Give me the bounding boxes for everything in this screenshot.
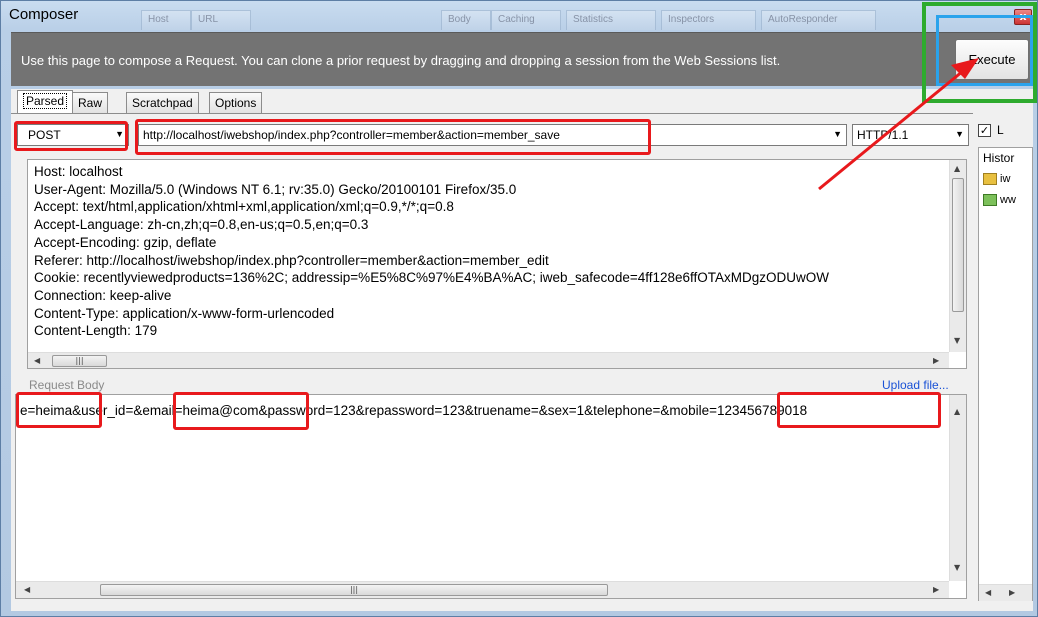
header-line: Connection: keep-alive bbox=[34, 287, 172, 303]
scroll-thumb[interactable] bbox=[952, 178, 964, 312]
scroll-right-icon[interactable]: ▶ bbox=[933, 585, 939, 594]
history-panel: ✓ L Histor iw ww ◀ ▶ bbox=[973, 119, 1033, 601]
history-title: Histor bbox=[983, 151, 1015, 165]
bg-tab-body: Body bbox=[441, 10, 491, 30]
method-value: POST bbox=[28, 128, 61, 142]
scroll-left-icon[interactable]: ◀ bbox=[985, 588, 991, 597]
url-value: http://localhost/iwebshop/index.php?cont… bbox=[143, 128, 560, 142]
request-body-text: e=heima&user_id=&email=heima@com&passwor… bbox=[20, 403, 808, 418]
header-line: Accept-Language: zh-cn,zh;q=0.8,en-us;q=… bbox=[34, 217, 369, 233]
header-line: Referer: http://localhost/iwebshop/index… bbox=[34, 252, 549, 268]
http-version-select[interactable]: HTTP/1.1 ▼ bbox=[852, 124, 969, 146]
post-request-icon bbox=[983, 194, 997, 207]
chevron-down-icon: ▼ bbox=[955, 129, 964, 139]
bg-tab-host: Host bbox=[141, 10, 191, 30]
bg-tab-statistics: Statistics bbox=[566, 10, 656, 30]
side-checkbox-label: L bbox=[997, 123, 1004, 137]
scroll-down-icon[interactable]: ▼ bbox=[954, 336, 960, 345]
tab-parsed[interactable]: Parsed bbox=[17, 90, 74, 114]
request-body-editor[interactable]: e=heima&user_id=&email=heima@com&passwor… bbox=[15, 394, 967, 599]
scroll-up-icon[interactable]: ▲ bbox=[954, 164, 960, 173]
header-line: Host: localhost bbox=[34, 164, 123, 179]
upload-file-link[interactable]: Upload file... bbox=[882, 378, 949, 392]
checkmark-icon[interactable]: ✓ bbox=[978, 124, 991, 137]
header-line: Content-Type: application/x-www-form-url… bbox=[34, 305, 335, 321]
scroll-right-icon[interactable]: ▶ bbox=[933, 356, 939, 365]
scroll-up-icon[interactable]: ▲ bbox=[954, 407, 960, 416]
tab-options[interactable]: Options bbox=[209, 92, 263, 113]
history-horizontal-scrollbar[interactable]: ◀ ▶ bbox=[979, 584, 1032, 601]
history-item-label: iw bbox=[1000, 173, 1011, 185]
tab-raw[interactable]: Raw bbox=[72, 92, 109, 113]
header-line: Accept: text/html,application/xhtml+xml,… bbox=[34, 199, 454, 215]
bg-tab-inspectors: Inspectors bbox=[661, 10, 756, 30]
history-item[interactable]: iw bbox=[983, 173, 1011, 186]
scroll-left-icon[interactable]: ◀ bbox=[34, 356, 40, 365]
bg-tab-caching: Caching bbox=[491, 10, 561, 30]
scroll-right-icon[interactable]: ▶ bbox=[1009, 588, 1015, 597]
header-line: Accept-Encoding: gzip, deflate bbox=[34, 234, 217, 250]
banner-text: Use this page to compose a Request. You … bbox=[21, 53, 781, 68]
scroll-down-icon[interactable]: ▼ bbox=[954, 563, 960, 572]
info-banner: Use this page to compose a Request. You … bbox=[11, 32, 1033, 86]
history-item[interactable]: ww bbox=[983, 194, 1016, 207]
request-body-label: Request Body bbox=[29, 378, 105, 392]
method-select[interactable]: POST ▼ bbox=[17, 124, 129, 146]
title-bar: Composer Host URL Body Caching Statistic… bbox=[1, 1, 1037, 31]
scroll-thumb[interactable]: ||| bbox=[52, 355, 107, 367]
header-line: User-Agent: Mozilla/5.0 (Windows NT 6.1;… bbox=[34, 181, 517, 197]
headers-horizontal-scrollbar[interactable]: ◀ ||| ▶ bbox=[28, 352, 949, 368]
history-list[interactable]: Histor iw ww ◀ ▶ bbox=[978, 147, 1033, 601]
scroll-thumb[interactable]: ||| bbox=[100, 584, 608, 596]
highlight-execute-inner bbox=[936, 15, 1033, 86]
get-request-icon bbox=[983, 173, 997, 186]
header-line: Cookie: recentlyviewedproducts=136%2C; a… bbox=[34, 270, 830, 286]
history-item-label: ww bbox=[1000, 194, 1016, 206]
bg-tab-url: URL bbox=[191, 10, 251, 30]
body-horizontal-scrollbar[interactable]: ◀ ||| ▶ bbox=[16, 581, 949, 598]
tab-scratchpad[interactable]: Scratchpad bbox=[126, 92, 199, 113]
tab-divider bbox=[11, 113, 973, 114]
composer-window: Composer Host URL Body Caching Statistic… bbox=[0, 0, 1038, 617]
version-value: HTTP/1.1 bbox=[857, 128, 909, 142]
body-vertical-scrollbar[interactable]: ▲ ▼ bbox=[949, 395, 966, 581]
window-title: Composer bbox=[9, 6, 79, 23]
chevron-down-icon: ▼ bbox=[833, 129, 842, 139]
header-line: Content-Length: 179 bbox=[34, 323, 158, 339]
url-input[interactable]: http://localhost/iwebshop/index.php?cont… bbox=[138, 124, 847, 146]
headers-vertical-scrollbar[interactable]: ▲ ▼ bbox=[949, 160, 966, 352]
composer-content: Parsed Raw Scratchpad Options POST ▼ htt… bbox=[11, 89, 1033, 611]
chevron-down-icon: ▼ bbox=[115, 129, 124, 139]
scroll-left-icon[interactable]: ◀ bbox=[24, 585, 30, 594]
bg-tab-autoresponder: AutoResponder bbox=[761, 10, 876, 30]
tab-parsed-label: Parsed bbox=[23, 93, 68, 109]
request-headers-editor[interactable]: Host: localhost User-Agent: Mozilla/5.0 … bbox=[27, 159, 967, 369]
background-tabs: Host URL Body Caching Statistics Inspect… bbox=[141, 10, 921, 30]
